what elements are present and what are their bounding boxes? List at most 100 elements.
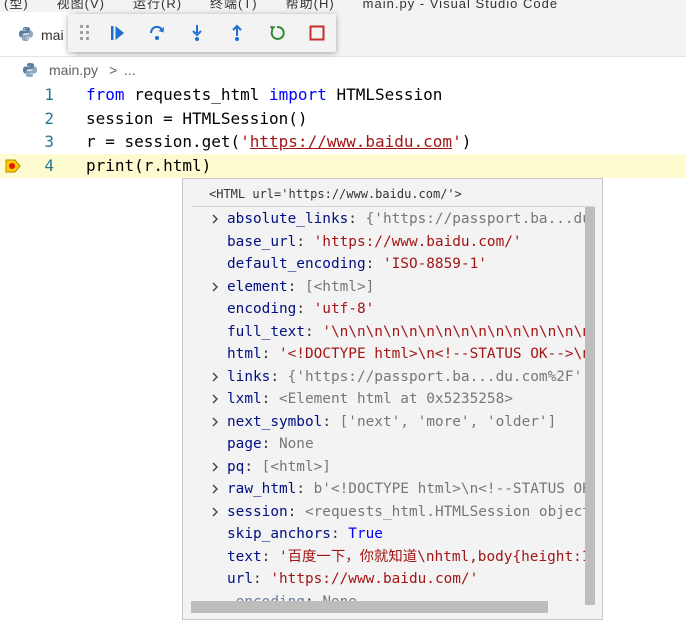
variable-row[interactable]: html: '<!DOCTYPE html>\n<!--STATUS OK-->… xyxy=(183,343,595,365)
debug-hover-widget: <HTML url='https://www.baidu.com/'> abso… xyxy=(182,178,603,620)
variable-name: next_symbol: ['next', 'more', 'older'] xyxy=(227,413,557,430)
variable-row[interactable]: pq: [<html>] xyxy=(183,456,595,478)
variable-row[interactable]: links: {'https://passport.ba...du.com%2F… xyxy=(183,366,595,388)
code-token: print(r.html) xyxy=(86,155,212,175)
variable-key: raw_html xyxy=(227,481,297,497)
variable-key: links xyxy=(227,368,271,385)
python-file-icon xyxy=(23,63,37,77)
step-into-icon xyxy=(192,25,202,41)
code-token: ) xyxy=(461,132,472,151)
variable-name: encoding: 'utf-8' xyxy=(227,301,375,317)
variable-value: [<html>] xyxy=(261,458,331,475)
continue-button[interactable] xyxy=(105,21,129,45)
variable-name: session: <requests_html.HTMLSession obje… xyxy=(227,501,595,523)
variable-name: raw_html: b'<!DOCTYPE html>\n<!--STATUS … xyxy=(227,478,595,500)
variable-name: pq: [<html>] xyxy=(227,458,331,475)
variable-key: element xyxy=(227,278,288,295)
menu-bar-strip: (型) 视图(V) 运行(R) 终端(T) 帮助(H) main.py - Vi… xyxy=(0,0,686,12)
chevron-right-icon[interactable] xyxy=(210,501,222,523)
variable-row[interactable]: absolute_links: {'https://passport.ba...… xyxy=(183,208,595,230)
string-token: ' xyxy=(240,132,250,151)
breakpoint-current-icon[interactable] xyxy=(5,159,21,173)
variable-row[interactable]: next_symbol: ['next', 'more', 'older'] xyxy=(183,411,595,433)
variable-key: absolute_links xyxy=(227,211,349,227)
code-token: HTMLSession xyxy=(326,85,443,104)
line-number: 1 xyxy=(44,85,54,104)
line-code[interactable]: session = HTMLSession() xyxy=(86,107,308,131)
menu-bar-text: (型) 视图(V) 运行(R) 终端(T) 帮助(H) main.py - Vi… xyxy=(4,0,559,11)
variable-key: skip_anchors xyxy=(227,526,331,542)
step-out-button[interactable] xyxy=(225,21,249,45)
chevron-right-icon[interactable] xyxy=(210,208,222,230)
variable-key: next_symbol xyxy=(227,413,323,430)
variable-row[interactable]: lxml: <Element html at 0x5235258> xyxy=(183,388,595,410)
drag-handle-icon[interactable] xyxy=(80,25,90,41)
variable-name: url: 'https://www.baidu.com/' xyxy=(227,571,479,587)
variable-key: lxml xyxy=(227,391,262,407)
variable-name: html: '<!DOCTYPE html>\n<!--STATUS OK-->… xyxy=(227,343,595,365)
code-line[interactable]: 1 from requests_html import HTMLSession xyxy=(0,83,686,107)
variable-value: '\n\n\n\n\n\n\n\n\n\n\n\n\n\n\n\n xyxy=(322,323,595,340)
url-link[interactable]: https://www.baidu.com xyxy=(250,132,452,151)
horizontal-scrollbar[interactable] xyxy=(191,601,548,613)
variable-name: text: '百度一下，你就知道\nhtml,body{height:1 xyxy=(227,548,591,565)
variable-value: True xyxy=(348,526,383,542)
variable-row[interactable]: url: 'https://www.baidu.com/' xyxy=(183,568,595,590)
restart-icon xyxy=(270,25,285,40)
variable-key: encoding xyxy=(227,301,297,317)
chevron-right-icon[interactable] xyxy=(210,456,222,478)
variable-row[interactable]: page: None xyxy=(183,433,595,455)
step-over-button[interactable] xyxy=(145,21,169,45)
stop-button[interactable] xyxy=(305,21,329,45)
chevron-right-icon[interactable] xyxy=(210,388,222,410)
variable-key: pq xyxy=(227,458,245,475)
variable-name: base_url: 'https://www.baidu.com/' xyxy=(227,233,522,250)
line-number: 4 xyxy=(44,155,54,175)
code-line[interactable]: 3 r = session.get('https://www.baidu.com'… xyxy=(0,130,686,154)
chevron-right-icon[interactable] xyxy=(210,478,222,500)
line-code[interactable]: from requests_html import HTMLSession xyxy=(86,83,442,107)
variable-name: element: [<html>] xyxy=(227,278,375,295)
chevron-right-icon[interactable] xyxy=(210,366,222,388)
continue-icon xyxy=(111,26,124,40)
variable-row[interactable]: session: <requests_html.HTMLSession obje… xyxy=(183,501,595,523)
variable-row[interactable]: base_url: 'https://www.baidu.com/' xyxy=(183,231,595,253)
tab-label: mai xyxy=(41,27,64,43)
keyword-token: from xyxy=(86,85,125,104)
variable-row[interactable]: text: '百度一下，你就知道\nhtml,body{height:1 xyxy=(183,546,595,568)
stop-icon xyxy=(309,25,325,41)
chevron-right-icon[interactable] xyxy=(210,276,222,298)
code-line[interactable]: 2 session = HTMLSession() xyxy=(0,107,686,131)
variable-value: ['next', 'more', 'older'] xyxy=(339,413,557,430)
variable-row[interactable]: full_text: '\n\n\n\n\n\n\n\n\n\n\n\n\n\n… xyxy=(183,321,595,343)
variable-row[interactable]: encoding: 'utf-8' xyxy=(183,298,595,320)
line-number: 3 xyxy=(44,132,54,151)
code-token: r = session.get( xyxy=(86,132,241,151)
variable-name: page: None xyxy=(227,436,314,452)
variable-value: <requests_html.HTMLSession object at xyxy=(304,503,595,520)
chevron-right-icon[interactable] xyxy=(210,411,222,433)
variable-row[interactable]: skip_anchors: True xyxy=(183,523,595,545)
variable-name: skip_anchors: True xyxy=(227,526,383,542)
variable-row[interactable]: default_encoding: 'ISO-8859-1' xyxy=(183,253,595,275)
breadcrumb-symbols[interactable]: ... xyxy=(124,62,136,78)
line-code[interactable]: r = session.get('https://www.baidu.com') xyxy=(86,130,471,154)
variable-name: absolute_links: {'https://passport.ba...… xyxy=(227,208,595,230)
variable-row[interactable]: element: [<html>] xyxy=(183,276,595,298)
variable-key: default_encoding xyxy=(227,256,366,272)
variable-row[interactable]: raw_html: b'<!DOCTYPE html>\n<!--STATUS … xyxy=(183,478,595,500)
variable-value: 'ISO-8859-1' xyxy=(382,256,487,272)
keyword-token: import xyxy=(269,85,327,104)
line-code[interactable]: print(r.html) xyxy=(86,154,211,178)
variable-value: 'https://www.baidu.com/' xyxy=(313,233,522,250)
breadcrumb-file[interactable]: main.py xyxy=(49,62,98,78)
vertical-scrollbar[interactable] xyxy=(585,207,595,605)
code-line[interactable]: 4 print(r.html) xyxy=(0,153,686,178)
variable-key: html xyxy=(227,346,262,362)
editor-tab[interactable]: mai xyxy=(0,12,76,56)
step-into-button[interactable] xyxy=(185,21,209,45)
variable-value: 'https://www.baidu.com/' xyxy=(270,571,479,587)
python-file-icon xyxy=(19,27,33,41)
restart-button[interactable] xyxy=(265,21,289,45)
variable-name: lxml: <Element html at 0x5235258> xyxy=(227,391,513,407)
